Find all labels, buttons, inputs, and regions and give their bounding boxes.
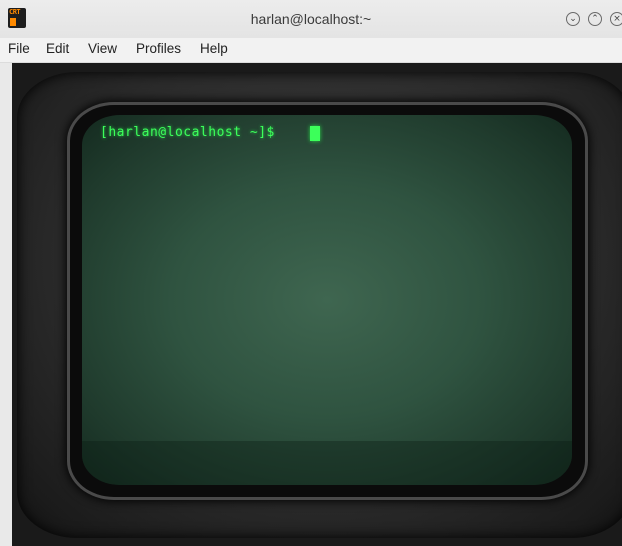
menu-bar: File Edit View Profiles Help <box>0 38 622 63</box>
title-bar[interactable]: CRT harlan@localhost:~ ⌄ ⌃ × <box>0 0 622 39</box>
terminal-area[interactable]: [harlan@localhost ~]$ <box>12 63 622 546</box>
maximize-button[interactable]: ⌃ <box>588 12 602 26</box>
crt-screen[interactable]: [harlan@localhost ~]$ <box>82 115 572 485</box>
close-icon: × <box>613 14 621 24</box>
text-cursor <box>310 126 320 141</box>
chevron-up-icon: ⌃ <box>591 14 599 24</box>
window-title: harlan@localhost:~ <box>250 11 372 27</box>
menu-file[interactable]: File <box>8 38 30 62</box>
screen-shading <box>82 441 572 485</box>
close-button[interactable]: × <box>610 12 622 26</box>
minimize-button[interactable]: ⌄ <box>566 12 580 26</box>
chevron-down-icon: ⌄ <box>569 14 577 24</box>
menu-profiles[interactable]: Profiles <box>136 38 181 62</box>
left-gutter <box>0 63 12 546</box>
menu-edit[interactable]: Edit <box>46 38 69 62</box>
menu-help[interactable]: Help <box>200 38 228 62</box>
shell-prompt: [harlan@localhost ~]$ <box>100 125 284 140</box>
terminal-window: CRT harlan@localhost:~ ⌄ ⌃ × File Edit V… <box>0 0 622 546</box>
menu-view[interactable]: View <box>88 38 117 62</box>
